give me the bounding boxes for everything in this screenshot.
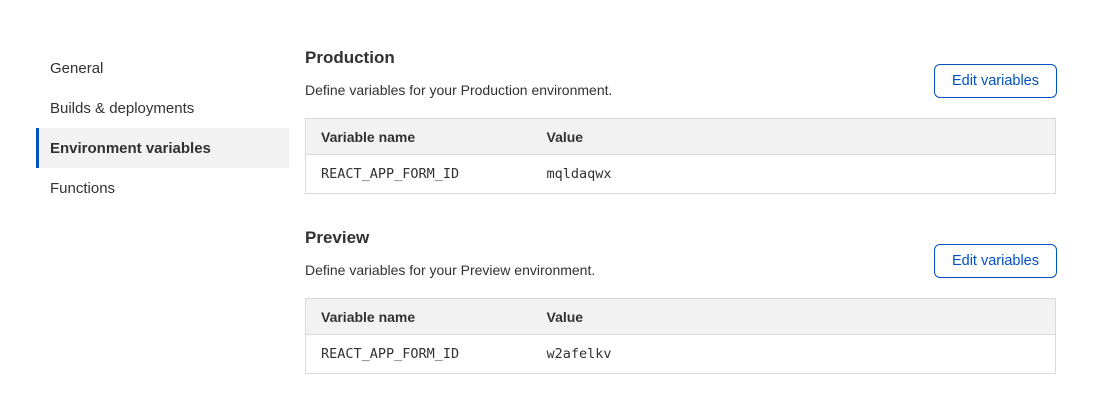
preview-section: Preview Define variables for your Previe… (305, 228, 1056, 374)
settings-sidebar: General Builds & deployments Environment… (36, 48, 289, 208)
table-row: REACT_APP_FORM_ID mqldaqwx (306, 155, 1056, 194)
sidebar-item-functions[interactable]: Functions (36, 168, 289, 208)
production-section: Production Define variables for your Pro… (305, 48, 1056, 194)
variable-value-cell: w2afelkv (532, 335, 1056, 374)
production-edit-variables-button[interactable]: Edit variables (934, 64, 1057, 98)
value-column-header: Value (532, 299, 1056, 335)
preview-variables-table: Variable name Value REACT_APP_FORM_ID w2… (305, 298, 1056, 374)
variable-name-cell: REACT_APP_FORM_ID (306, 155, 532, 194)
sidebar-item-general[interactable]: General (36, 48, 289, 88)
preview-edit-variables-button[interactable]: Edit variables (934, 244, 1057, 278)
production-variables-table: Variable name Value REACT_APP_FORM_ID mq… (305, 118, 1056, 194)
table-header-row: Variable name Value (306, 119, 1056, 155)
variable-name-cell: REACT_APP_FORM_ID (306, 335, 532, 374)
sidebar-item-environment-variables[interactable]: Environment variables (36, 128, 289, 168)
environment-variables-panel: Production Define variables for your Pro… (305, 48, 1056, 374)
sidebar-item-builds-deployments[interactable]: Builds & deployments (36, 88, 289, 128)
variable-name-column-header: Variable name (306, 119, 532, 155)
table-row: REACT_APP_FORM_ID w2afelkv (306, 335, 1056, 374)
settings-page: General Builds & deployments Environment… (0, 0, 1100, 374)
variable-name-column-header: Variable name (306, 299, 532, 335)
variable-value-cell: mqldaqwx (532, 155, 1056, 194)
table-header-row: Variable name Value (306, 299, 1056, 335)
value-column-header: Value (532, 119, 1056, 155)
